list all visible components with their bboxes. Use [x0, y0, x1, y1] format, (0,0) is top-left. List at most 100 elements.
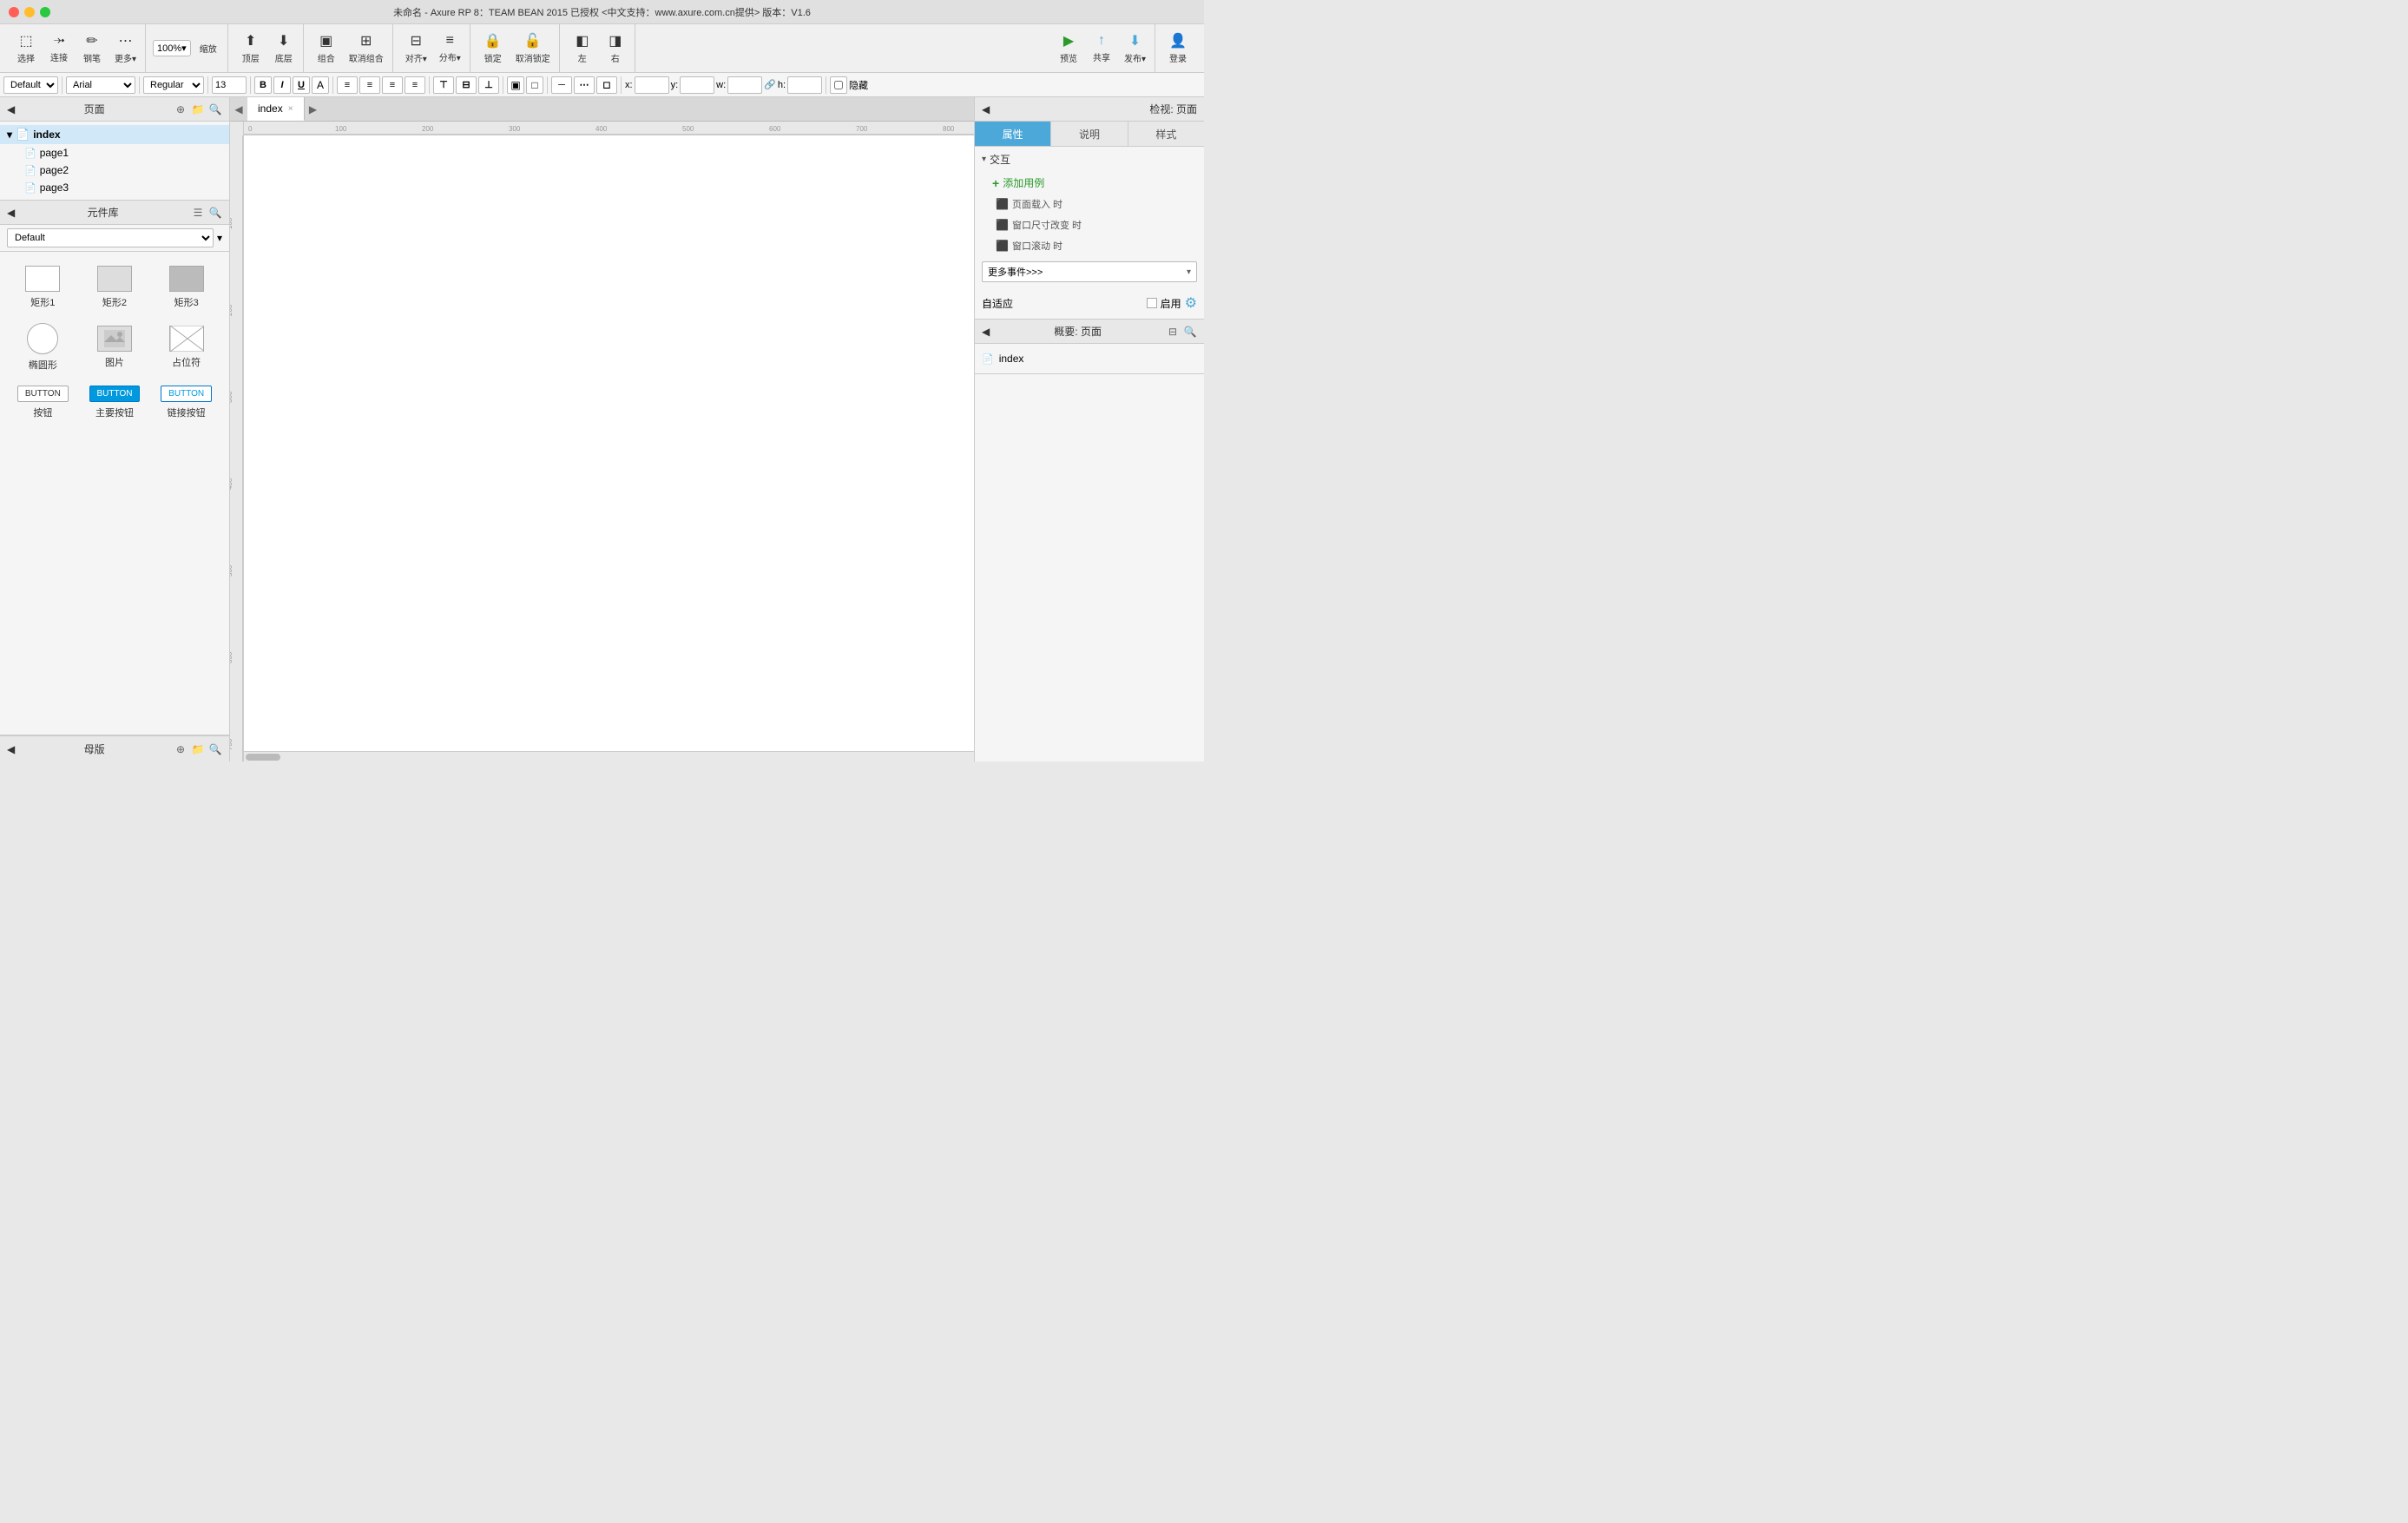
overview-item-index[interactable]: 📄 index [982, 351, 1197, 366]
close-button[interactable] [9, 7, 19, 17]
valign-bottom-button[interactable]: ⊥ [478, 76, 499, 94]
adaptive-checkbox[interactable] [1147, 298, 1157, 308]
widget-rect2[interactable]: 矩形2 [79, 259, 151, 316]
valign-top-button[interactable]: ⊤ [433, 76, 454, 94]
align-center-button[interactable]: ≡ [359, 76, 380, 94]
zoom-select[interactable]: 100% ▾ [153, 40, 191, 56]
scrollbar-thumb[interactable] [246, 754, 280, 761]
font-color-button[interactable]: A [312, 76, 329, 94]
top-layer-button[interactable]: ⬆ 顶层 [235, 29, 266, 68]
widget-btn-link[interactable]: BUTTON 链接按钮 [150, 379, 222, 426]
event-page-load[interactable]: ⬛ 页面载入 时 [975, 194, 1204, 214]
widget-library-select[interactable]: Default [7, 228, 214, 247]
distribute-button[interactable]: ≡ 分布▾ [434, 30, 466, 67]
search-pages-icon[interactable]: 🔍 [208, 102, 222, 116]
master-collapse-icon[interactable]: ◀ [7, 743, 15, 755]
tab-prev-button[interactable]: ◀ [230, 97, 247, 122]
overview-collapse-icon[interactable]: ◀ [982, 326, 990, 338]
window-controls[interactable] [9, 7, 50, 17]
y-input[interactable] [680, 76, 714, 94]
unlock-button[interactable]: 🔓 取消锁定 [510, 29, 556, 68]
widget-collapse-icon[interactable]: ◀ [7, 207, 15, 219]
border-color-button[interactable]: □ [526, 76, 543, 94]
filter-icon[interactable]: ⊟ [1166, 325, 1180, 339]
search-overview-icon[interactable]: 🔍 [1183, 325, 1197, 339]
minimize-button[interactable] [24, 7, 35, 17]
placeholder-label: 占位符 [172, 355, 201, 369]
w-input[interactable] [727, 76, 762, 94]
left-button[interactable]: ◧ 左 [567, 29, 598, 68]
horizontal-scrollbar[interactable] [244, 751, 974, 762]
tab-properties[interactable]: 属性 [975, 122, 1051, 146]
page-item-page1[interactable]: 📄 page1 [0, 144, 229, 162]
font-size-input[interactable] [212, 76, 247, 94]
fill-color-button[interactable]: ▣ [507, 76, 524, 94]
master-folder-icon[interactable]: 📁 [191, 742, 205, 756]
tab-next-button[interactable]: ▶ [305, 97, 322, 122]
style-select[interactable]: Default [3, 76, 58, 94]
unlock-label: 取消锁定 [516, 51, 550, 64]
pen-tool-button[interactable]: ✏ 钢笔 [76, 29, 108, 68]
image-shape [97, 326, 132, 352]
canvas-column: 0 100 200 300 400 500 600 700 800 [244, 122, 974, 762]
share-button[interactable]: ↑ 共享 [1086, 30, 1117, 67]
hide-button[interactable] [830, 76, 847, 94]
underline-button[interactable]: U [293, 76, 310, 94]
lock-button[interactable]: 🔒 锁定 [477, 29, 509, 68]
widget-placeholder[interactable]: 占位符 [150, 316, 222, 379]
hide-checkbox[interactable] [834, 81, 843, 89]
connect-tool-button[interactable]: ⤞ 连接 [43, 30, 75, 67]
weight-select[interactable]: Regular [143, 76, 204, 94]
tab-notes[interactable]: 说明 [1051, 122, 1128, 146]
page-item-page2[interactable]: 📄 page2 [0, 162, 229, 179]
widget-menu-icon[interactable]: ☰ [191, 206, 205, 220]
group-button[interactable]: ▣ 组合 [311, 29, 342, 68]
event-window-resize[interactable]: ⬛ 窗口尺寸改变 时 [975, 214, 1204, 235]
align-right-button[interactable]: ≡ [382, 76, 403, 94]
widget-rect1[interactable]: 矩形1 [7, 259, 79, 316]
add-master-icon[interactable]: ⊕ [174, 742, 188, 756]
page-item-page3[interactable]: 📄 page3 [0, 179, 229, 196]
inspect-collapse-icon[interactable]: ◀ [982, 103, 990, 115]
font-select[interactable]: Arial [66, 76, 135, 94]
search-master-icon[interactable]: 🔍 [208, 742, 222, 756]
more-events-button[interactable]: 更多事件>>> ▾ [982, 261, 1197, 282]
tab-style[interactable]: 样式 [1128, 122, 1204, 146]
preview-button[interactable]: ▶ 预览 [1053, 29, 1084, 68]
widget-btn[interactable]: BUTTON 按钮 [7, 379, 79, 426]
italic-button[interactable]: I [273, 76, 291, 94]
search-widget-icon[interactable]: 🔍 [208, 206, 222, 220]
collapse-icon[interactable]: ◀ [7, 103, 15, 115]
right-button[interactable]: ◨ 右 [600, 29, 631, 68]
border-style-button[interactable]: ⋯ [574, 76, 595, 94]
add-usecase-button[interactable]: + 添加用例 [975, 172, 1204, 194]
design-canvas[interactable] [244, 135, 974, 751]
widget-circle[interactable]: 椭圆形 [7, 316, 79, 379]
page-folder-icon[interactable]: 📁 [191, 102, 205, 116]
align-button[interactable]: ⊟ 对齐▾ [400, 29, 432, 68]
align-justify-button[interactable]: ≡ [405, 76, 425, 94]
add-page-icon[interactable]: ⊕ [174, 102, 188, 116]
h-input[interactable] [787, 76, 822, 94]
bold-button[interactable]: B [254, 76, 272, 94]
tab-close-button[interactable]: × [288, 104, 293, 114]
widget-rect3[interactable]: 矩形3 [150, 259, 222, 316]
align-left-button[interactable]: ≡ [337, 76, 358, 94]
page-item-index[interactable]: ▾ 📄 index [0, 125, 229, 144]
border-width-button[interactable]: ─ [551, 76, 572, 94]
valign-middle-button[interactable]: ⊟ [456, 76, 477, 94]
publish-button[interactable]: ⬇ 发布▾ [1119, 29, 1151, 68]
select-tool-button[interactable]: ⬚ 选择 [10, 29, 42, 68]
bottom-layer-button[interactable]: ⬇ 底层 [268, 29, 299, 68]
event-window-scroll[interactable]: ⬛ 窗口滚动 时 [975, 235, 1204, 256]
adaptive-settings-icon[interactable]: ⚙ [1185, 294, 1197, 312]
ungroup-button[interactable]: ⊞ 取消组合 [344, 29, 389, 68]
x-input[interactable] [635, 76, 669, 94]
widget-image[interactable]: 图片 [79, 316, 151, 379]
tab-index[interactable]: index × [247, 97, 305, 121]
maximize-button[interactable] [40, 7, 50, 17]
corner-button[interactable]: ◻ [596, 76, 617, 94]
widget-btn-primary[interactable]: BUTTON 主要按钮 [79, 379, 151, 426]
login-button[interactable]: 👤 登录 [1162, 29, 1194, 68]
more-tool-button[interactable]: ⋯ 更多▾ [109, 29, 141, 68]
